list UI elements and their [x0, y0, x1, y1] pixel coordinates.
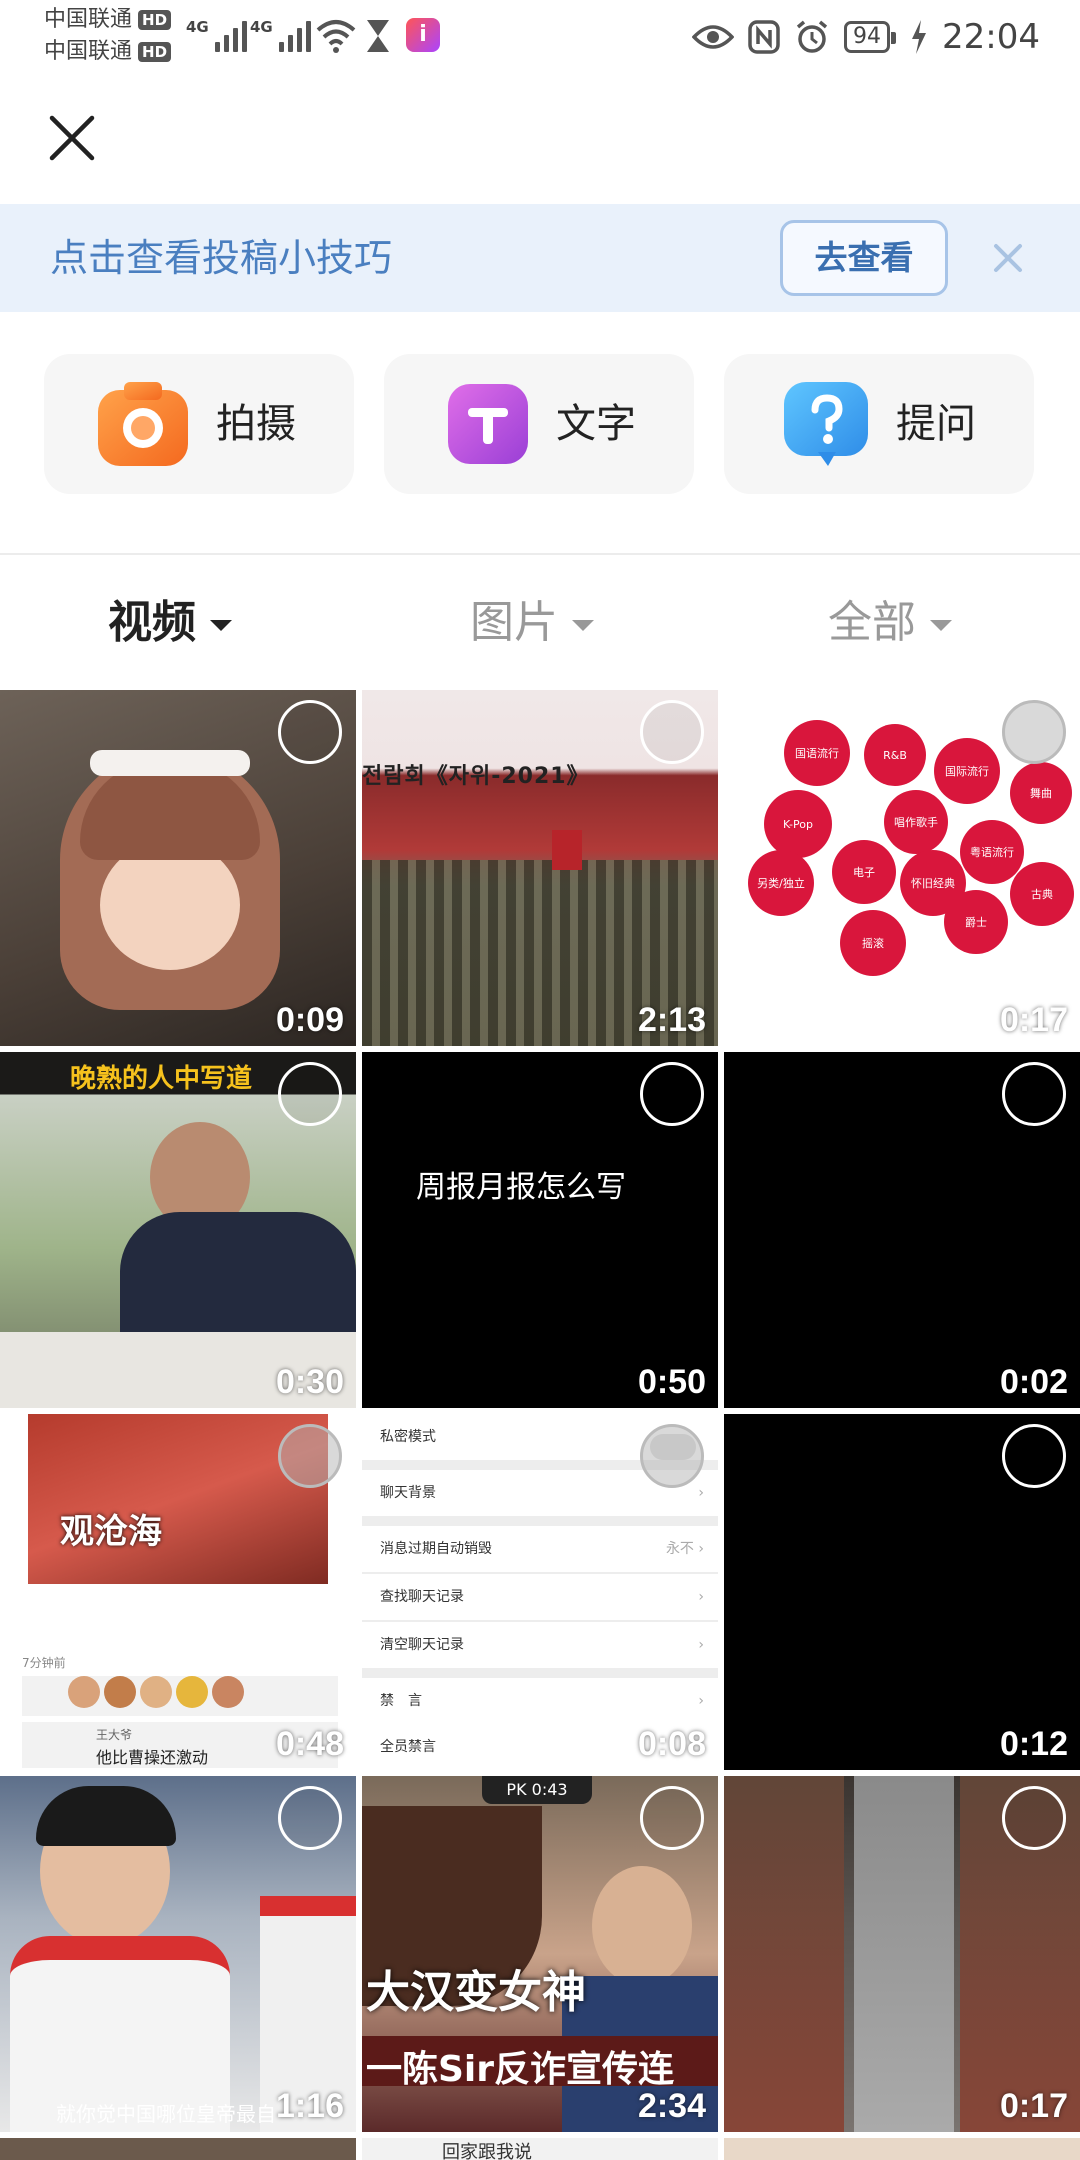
eye-icon	[692, 25, 735, 49]
text-label: 文字	[556, 401, 636, 447]
select-circle[interactable]	[640, 700, 704, 764]
filter-all[interactable]: 全部	[828, 555, 952, 690]
camera-icon	[98, 382, 188, 466]
status-bar: 中国联通 HD 中国联通 HD 4G 4G i 94 22:04	[0, 0, 1080, 76]
media-item[interactable]: 观沧海 7分钟前 王大爷 他比曹操还激动 0:48	[0, 1414, 356, 1770]
nfc-icon	[748, 20, 780, 54]
battery-indicator: 94	[844, 21, 897, 53]
carrier-2: 中国联通 HD	[44, 38, 172, 66]
media-item[interactable]: 就你觉中国哪位皇帝最自 1:16	[0, 1776, 356, 2132]
text-post-button[interactable]: 文字	[384, 354, 694, 494]
signal-icon: 4G	[186, 18, 247, 52]
charging-icon	[912, 20, 927, 54]
media-item[interactable]: 0:12	[724, 1414, 1080, 1770]
media-item[interactable]: 0:17	[724, 1776, 1080, 2132]
clock: 22:04	[942, 17, 1040, 57]
video-duration: 0:17	[999, 2087, 1068, 2125]
wifi-icon	[316, 20, 356, 53]
video-duration: 2:13	[637, 1001, 706, 1039]
app-notification-icon: i	[406, 18, 440, 52]
status-right: 94 22:04	[692, 12, 1040, 62]
select-circle[interactable]	[1002, 1786, 1066, 1850]
media-item[interactable]: 周报月报怎么写 0:50	[362, 1052, 718, 1408]
media-item[interactable]: 0:02	[724, 1052, 1080, 1408]
video-duration: 0:09	[275, 1001, 344, 1039]
close-icon[interactable]	[44, 110, 100, 166]
carrier-1: 中国联通 HD	[44, 6, 172, 34]
tips-text[interactable]: 点击查看投稿小技巧	[50, 204, 392, 312]
media-item[interactable]: 回家跟我说	[362, 2138, 718, 2160]
media-item[interactable]: PK 0:43 大汉变女神 一陈Sir反诈宣传连 2:34	[362, 1776, 718, 2132]
tips-banner[interactable]: 点击查看投稿小技巧 去查看	[0, 204, 1080, 312]
media-item[interactable]: 0:09	[0, 690, 356, 1046]
select-circle[interactable]	[1002, 1062, 1066, 1126]
select-circle[interactable]	[1002, 700, 1066, 764]
select-circle[interactable]	[640, 1786, 704, 1850]
caret-down-icon	[930, 619, 952, 631]
media-item[interactable]: 晚熟的人中写道 0:30	[0, 1052, 356, 1408]
video-duration: 0:02	[999, 1363, 1068, 1401]
ask-button[interactable]: 提问	[724, 354, 1034, 494]
question-icon	[784, 382, 868, 466]
select-circle[interactable]	[278, 700, 342, 764]
close-banner-icon[interactable]	[988, 238, 1028, 278]
caret-down-icon	[210, 619, 232, 631]
media-item[interactable]: 国语流行 R&B 国际流行 舞曲 K-Pop 唱作歌手 粤语流行 另类/独立 电…	[724, 690, 1080, 1046]
media-item[interactable]	[724, 2138, 1080, 2160]
select-circle[interactable]	[278, 1424, 342, 1488]
video-duration: 1:16	[275, 2087, 344, 2125]
select-circle[interactable]	[1002, 1424, 1066, 1488]
shoot-button[interactable]: 拍摄	[44, 354, 354, 494]
create-actions: 拍摄 文字 提问	[0, 312, 1080, 554]
select-circle[interactable]	[278, 1786, 342, 1850]
video-duration: 0:08	[637, 1725, 706, 1763]
text-icon	[448, 384, 528, 464]
video-duration: 0:12	[999, 1725, 1068, 1763]
hourglass-icon	[367, 20, 389, 52]
ask-label: 提问	[896, 401, 976, 447]
video-duration: 0:48	[275, 1725, 344, 1763]
top-bar	[0, 76, 1080, 204]
filter-bar: 视频 图片 全部	[0, 555, 1080, 690]
signal-icon-2: 4G	[250, 18, 311, 52]
filter-image[interactable]: 图片	[470, 555, 594, 690]
media-item[interactable]	[0, 2138, 356, 2160]
video-duration: 0:30	[275, 1363, 344, 1401]
media-item[interactable]: 私密模式 聊天背景 › 消息过期自动销毁 永不 › 查找聊天记录 › 清空聊天记录 › …	[362, 1414, 718, 1770]
alarm-icon	[796, 20, 828, 53]
filter-video[interactable]: 视频	[108, 555, 232, 690]
video-duration: 0:50	[637, 1363, 706, 1401]
select-circle[interactable]	[640, 1062, 704, 1126]
caret-down-icon	[572, 619, 594, 631]
view-tips-button[interactable]: 去查看	[780, 220, 948, 296]
video-duration: 0:17	[999, 1001, 1068, 1039]
shoot-label: 拍摄	[216, 401, 296, 447]
media-item[interactable]: 전람회《자위-2021》 2:13	[362, 690, 718, 1046]
select-circle[interactable]	[640, 1424, 704, 1488]
select-circle[interactable]	[278, 1062, 342, 1126]
video-duration: 2:34	[637, 2087, 706, 2125]
